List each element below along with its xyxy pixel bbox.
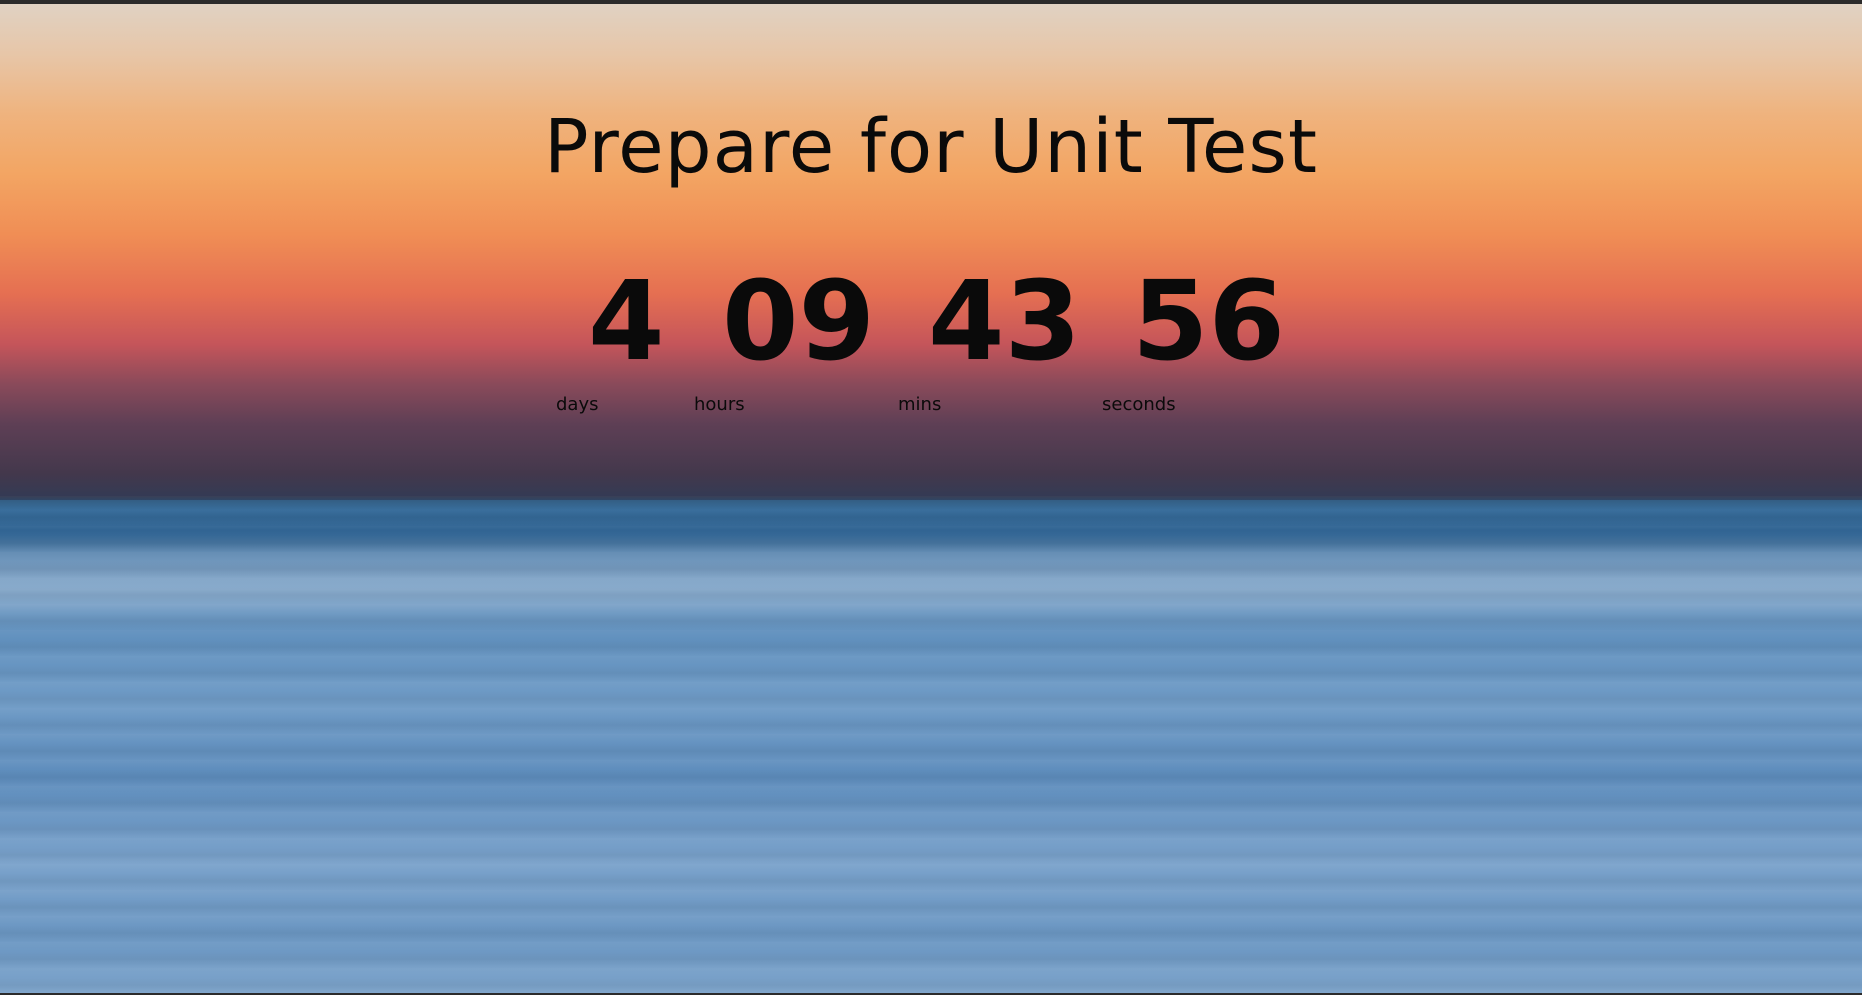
mins-label: mins [898, 394, 942, 415]
sunset-sky-background [0, 4, 1862, 504]
sea-background [0, 500, 1862, 993]
hours-label: hours [694, 394, 745, 415]
page-title: Prepare for Unit Test [544, 104, 1318, 190]
seconds-label: seconds [1102, 394, 1176, 415]
hours-value: 09 [722, 257, 876, 385]
seconds-value: 56 [1132, 257, 1286, 385]
days-label: days [556, 394, 599, 415]
mins-value: 43 [928, 257, 1082, 385]
days-value: 4 [588, 257, 665, 385]
countdown-page: Prepare for Unit Test 4 09 43 56 days ho… [0, 4, 1862, 993]
